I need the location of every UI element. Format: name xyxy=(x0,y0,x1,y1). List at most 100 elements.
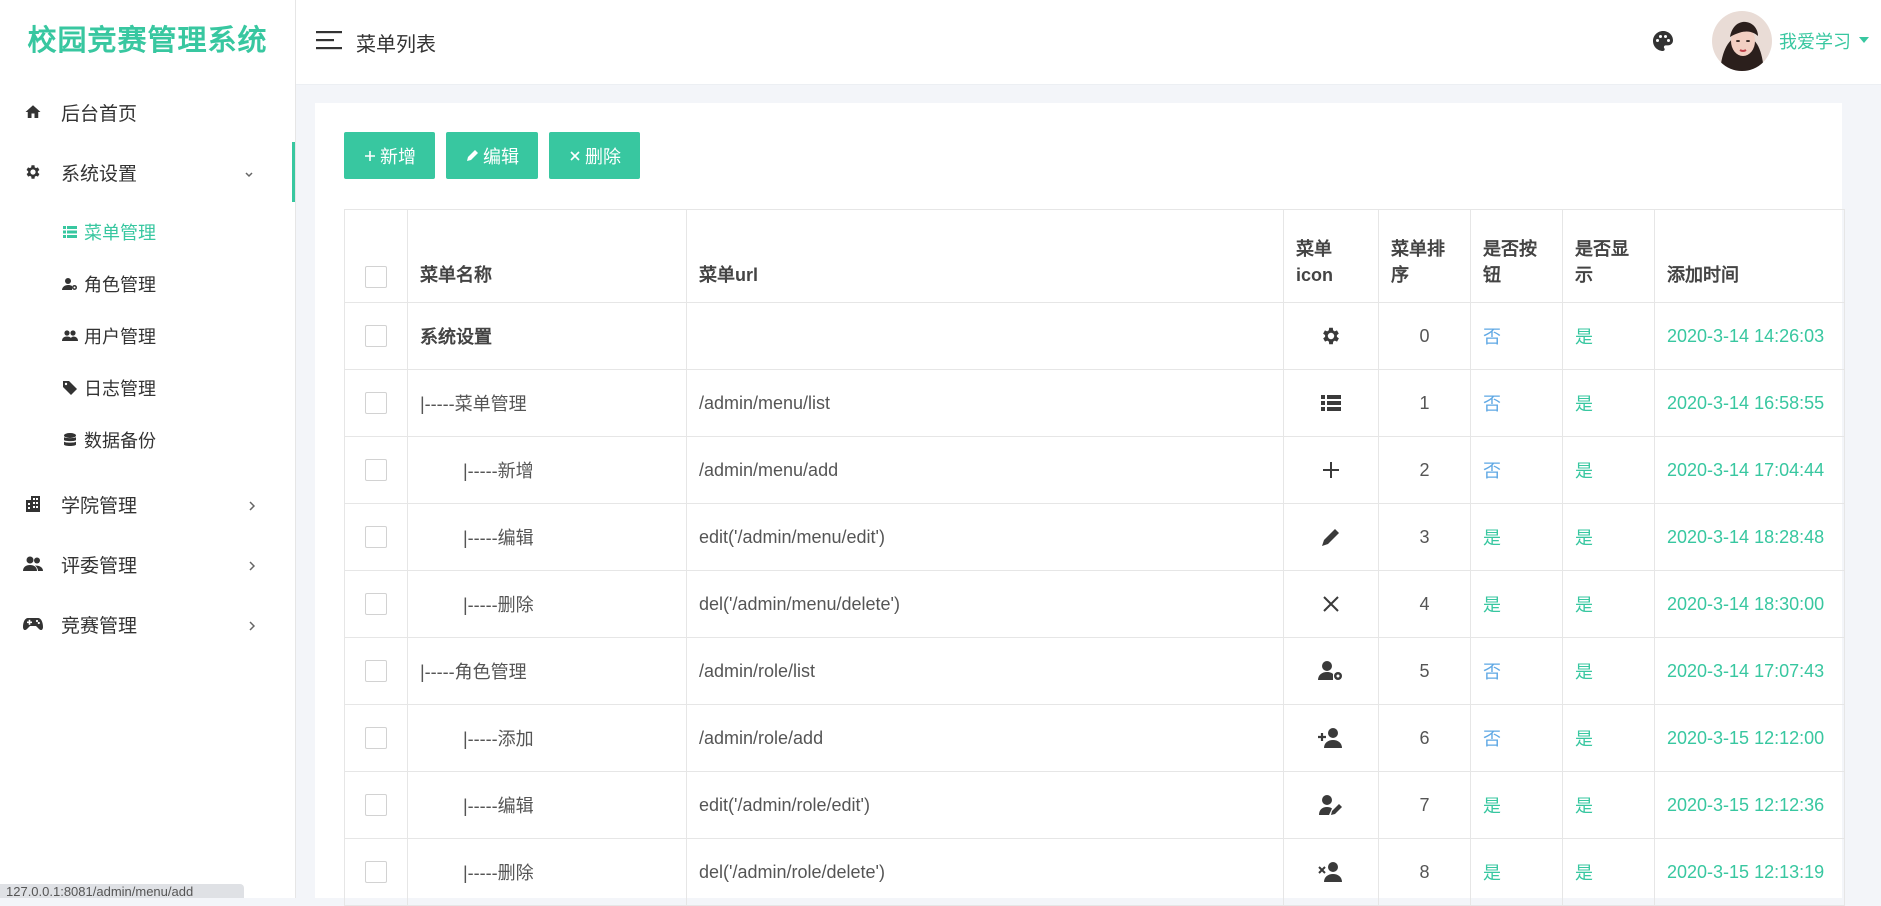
cell-is-button: 否 xyxy=(1470,302,1563,370)
sidebar-subitem-label: 数据备份 xyxy=(84,431,156,451)
sidebar-item-menu-management[interactable]: 菜单管理 xyxy=(0,206,295,258)
sidebar-item-label: 学院管理 xyxy=(61,495,138,517)
cell-name: |-----编辑 xyxy=(407,503,687,571)
sidebar-item-judge-management[interactable]: 评委管理 xyxy=(0,534,295,594)
cell-is-show: 是 xyxy=(1562,369,1655,437)
cell-is-show: 是 xyxy=(1562,838,1655,906)
cell-name: |-----新增 xyxy=(407,436,687,504)
sidebar-subitem-label: 菜单管理 xyxy=(84,223,156,243)
header-is-show: 是否显示 xyxy=(1562,209,1655,303)
sidebar-item-data-backup[interactable]: 数据备份 xyxy=(0,414,295,466)
table-row[interactable]: |-----添加 /admin/role/add 6 否 是 2020-3-15… xyxy=(344,704,1845,772)
sidebar-item-role-management[interactable]: 角色管理 xyxy=(0,258,295,310)
table-row[interactable]: |-----删除 del('/admin/menu/delete') 4 是 是… xyxy=(344,570,1845,638)
header-is-button: 是否按钮 xyxy=(1470,209,1563,303)
table-row[interactable]: |-----菜单管理 /admin/menu/list 1 否 是 2020-3… xyxy=(344,369,1845,437)
cell-icon xyxy=(1283,637,1379,705)
cell-time: 2020-3-14 17:07:43 xyxy=(1654,637,1845,705)
cell-time: 2020-3-14 18:28:48 xyxy=(1654,503,1845,571)
chevron-right-icon xyxy=(245,617,259,631)
table-row[interactable]: |-----删除 del('/admin/role/delete') 8 是 是… xyxy=(344,838,1845,906)
row-checkbox[interactable] xyxy=(365,660,387,682)
row-checkbox[interactable] xyxy=(365,526,387,548)
row-checkbox[interactable] xyxy=(365,861,387,883)
table-row[interactable]: 系统设置 0 否 是 2020-3-14 14:26:03 xyxy=(344,302,1845,370)
cell-time: 2020-3-14 18:30:00 xyxy=(1654,570,1845,638)
select-all-cell[interactable] xyxy=(344,209,408,303)
cell-time: 2020-3-15 12:12:36 xyxy=(1654,771,1845,839)
sidebar: 校园竞赛管理系统 后台首页 系统设置 菜单管理 角色管理 用户管理 日志管理 数… xyxy=(0,0,296,898)
chevron-down-icon xyxy=(242,165,256,179)
sidebar-item-label: 系统设置 xyxy=(61,163,138,185)
table-row[interactable]: |-----编辑 edit('/admin/menu/edit') 3 是 是 … xyxy=(344,503,1845,571)
sidebar-submenu: 菜单管理 角色管理 用户管理 日志管理 数据备份 xyxy=(0,202,295,474)
cell-url xyxy=(686,302,1284,370)
sidebar-subitem-label: 角色管理 xyxy=(84,275,156,295)
table-row[interactable]: |-----编辑 edit('/admin/role/edit') 7 是 是 … xyxy=(344,771,1845,839)
cell-sort: 3 xyxy=(1378,503,1471,571)
sidebar-item-system-settings[interactable]: 系统设置 xyxy=(0,142,295,202)
header-url: 菜单url xyxy=(686,209,1284,303)
cell-is-button: 否 xyxy=(1470,704,1563,772)
menu-toggle-icon[interactable] xyxy=(316,30,342,50)
cell-time: 2020-3-15 12:13:19 xyxy=(1654,838,1845,906)
app-logo: 校园竞赛管理系统 xyxy=(27,25,268,57)
row-checkbox[interactable] xyxy=(365,392,387,414)
cell-is-button: 否 xyxy=(1470,436,1563,504)
row-checkbox-cell[interactable] xyxy=(344,369,408,437)
table-row[interactable]: |-----新增 /admin/menu/add 2 否 是 2020-3-14… xyxy=(344,436,1845,504)
cell-sort: 1 xyxy=(1378,369,1471,437)
pencil-icon xyxy=(1296,526,1366,548)
cell-is-show: 是 xyxy=(1562,637,1655,705)
row-checkbox[interactable] xyxy=(365,727,387,749)
add-button[interactable]: 新增 xyxy=(344,132,435,179)
gear-icon xyxy=(1296,325,1366,347)
database-icon xyxy=(62,432,78,448)
cell-sort: 4 xyxy=(1378,570,1471,638)
row-checkbox-cell[interactable] xyxy=(344,771,408,839)
top-bar: 菜单列表 我爱学习 xyxy=(296,0,1881,85)
cell-sort: 8 xyxy=(1378,838,1471,906)
browser-status-url: 127.0.0.1:8081/admin/menu/add xyxy=(0,884,244,898)
sidebar-item-label: 后台首页 xyxy=(61,103,138,125)
row-checkbox[interactable] xyxy=(365,459,387,481)
row-checkbox-cell[interactable] xyxy=(344,503,408,571)
sidebar-item-user-management[interactable]: 用户管理 xyxy=(0,310,295,362)
plus-icon xyxy=(363,149,377,163)
row-checkbox-cell[interactable] xyxy=(344,637,408,705)
cell-is-button: 否 xyxy=(1470,369,1563,437)
row-checkbox-cell[interactable] xyxy=(344,704,408,772)
row-checkbox[interactable] xyxy=(365,593,387,615)
sidebar-item-college-management[interactable]: 学院管理 xyxy=(0,474,295,534)
table-row[interactable]: |-----角色管理 /admin/role/list 5 否 是 2020-3… xyxy=(344,637,1845,705)
cell-url: /admin/menu/add xyxy=(686,436,1284,504)
select-all-checkbox[interactable] xyxy=(365,266,387,288)
chevron-right-icon xyxy=(245,497,259,511)
caret-down-icon[interactable] xyxy=(1859,37,1869,43)
user-cog-icon xyxy=(62,276,78,292)
sidebar-item-log-management[interactable]: 日志管理 xyxy=(0,362,295,414)
cell-name: |-----菜单管理 xyxy=(407,369,687,437)
row-checkbox-cell[interactable] xyxy=(344,570,408,638)
header-time: 添加时间 xyxy=(1654,209,1845,303)
avatar[interactable] xyxy=(1712,11,1772,71)
row-checkbox[interactable] xyxy=(365,325,387,347)
sidebar-item-contest-management[interactable]: 竞赛管理 xyxy=(0,594,295,654)
row-checkbox[interactable] xyxy=(365,794,387,816)
row-checkbox-cell[interactable] xyxy=(344,436,408,504)
cell-url: del('/admin/role/delete') xyxy=(686,838,1284,906)
user-menu[interactable]: 我爱学习 xyxy=(1779,28,1851,54)
cell-icon xyxy=(1283,436,1379,504)
row-checkbox-cell[interactable] xyxy=(344,838,408,906)
cell-icon xyxy=(1283,704,1379,772)
edit-button[interactable]: 编辑 xyxy=(446,132,538,179)
delete-button[interactable]: 删除 xyxy=(549,132,640,179)
cell-name: |-----删除 xyxy=(407,570,687,638)
sidebar-item-home[interactable]: 后台首页 xyxy=(0,82,295,142)
edit-button-label: 编辑 xyxy=(483,146,519,167)
row-checkbox-cell[interactable] xyxy=(344,302,408,370)
list-icon xyxy=(1296,395,1366,411)
table-header-row: 菜单名称 菜单url 菜单icon 菜单排序 是否按钮 是否显示 添加时间 xyxy=(344,209,1845,303)
sidebar-item-label: 竞赛管理 xyxy=(61,615,138,637)
palette-icon[interactable] xyxy=(1651,29,1675,53)
